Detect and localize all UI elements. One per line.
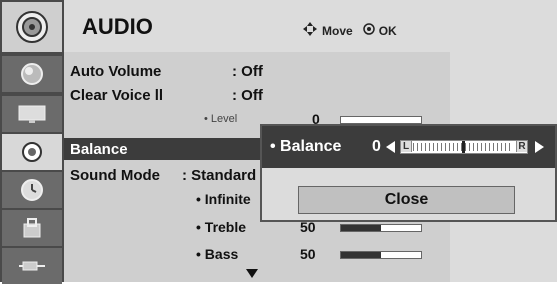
ok-hint-label: OK: [378, 23, 397, 38]
row-value: : Standard: [182, 167, 257, 184]
bass-bar[interactable]: [340, 251, 422, 259]
row-label: Sound Mode: [70, 167, 160, 184]
audio-icon[interactable]: [2, 134, 62, 170]
sound-option-infinite[interactable]: • Infinite: [196, 191, 251, 207]
level-bar[interactable]: [340, 116, 422, 124]
sound-option-bass[interactable]: • Bass: [196, 246, 238, 262]
move-arrows-icon: [302, 21, 318, 40]
row-label: Clear Voice ll: [70, 87, 164, 104]
balance-value: 0: [372, 138, 381, 155]
close-button[interactable]: Close: [298, 186, 515, 214]
balance-control[interactable]: • Balance 0 L R: [262, 126, 555, 168]
menu-header: AUDIO Move OK: [64, 0, 450, 52]
balance-popup: • Balance 0 L R Close: [260, 124, 557, 222]
screen-icon[interactable]: [2, 96, 62, 132]
lock-icon[interactable]: [2, 210, 62, 246]
balance-label: • Balance: [270, 138, 342, 155]
left-arrow-icon[interactable]: [386, 140, 396, 158]
right-arrow-icon[interactable]: [534, 140, 544, 158]
row-value: : Off: [232, 87, 263, 104]
row-value: : Off: [232, 63, 263, 80]
time-icon[interactable]: [2, 172, 62, 208]
level-label: • Level: [204, 113, 238, 125]
row-label: Auto Volume: [70, 63, 162, 80]
picture-icon[interactable]: [2, 56, 62, 92]
menu-row-clear-voice[interactable]: Clear Voice ll : Off: [64, 84, 450, 106]
sidebar: [0, 0, 64, 284]
input-icon[interactable]: [2, 248, 62, 284]
scroll-down-arrow-icon[interactable]: [246, 266, 258, 284]
balance-scale[interactable]: L R: [400, 140, 528, 154]
balance-marker: [462, 141, 465, 153]
row-label: Balance: [70, 141, 128, 158]
right-mark: R: [516, 141, 527, 152]
treble-fill: [341, 225, 381, 231]
navigation-hint: Move OK: [302, 21, 397, 40]
left-mark: L: [401, 141, 412, 152]
sound-option-treble[interactable]: • Treble: [196, 219, 246, 235]
bass-fill: [341, 252, 381, 258]
menu-row-auto-volume[interactable]: Auto Volume : Off: [64, 60, 450, 82]
bass-value: 50: [300, 246, 316, 262]
ok-button-icon: [362, 23, 375, 38]
move-hint-label: Move: [322, 23, 353, 38]
tv-icon[interactable]: [2, 2, 62, 52]
treble-bar[interactable]: [340, 224, 422, 232]
audio-menu-screen: AUDIO Move OK Auto Volume : Off Clear Vo…: [0, 0, 557, 284]
page-title: AUDIO: [82, 14, 153, 39]
